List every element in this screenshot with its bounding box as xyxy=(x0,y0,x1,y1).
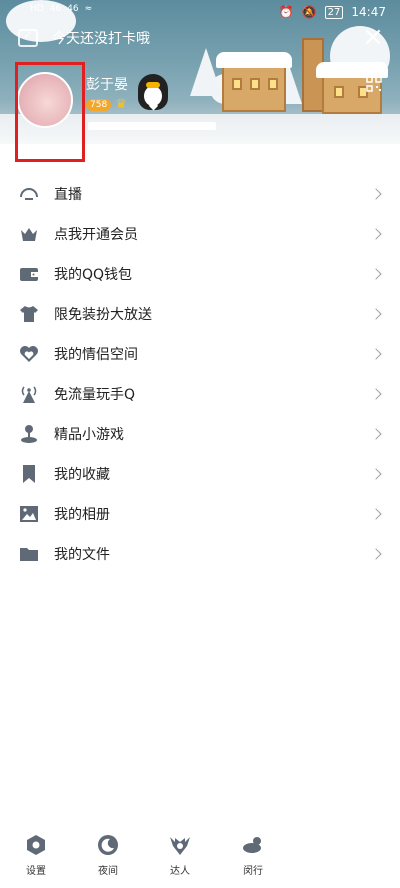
joystick-icon xyxy=(21,425,37,443)
menu-item-games[interactable]: 精品小游戏 xyxy=(0,414,400,454)
shirt-icon xyxy=(20,306,38,322)
chevron-right-icon xyxy=(370,428,382,440)
heart-icon xyxy=(20,346,38,362)
status-tag: 46 xyxy=(67,4,79,14)
menu-item-label: 限免装扮大放送 xyxy=(54,307,152,323)
level-badge: 758 xyxy=(86,98,112,111)
calendar-check-icon xyxy=(18,29,38,47)
checkin-text: 今天还没打卡哦 xyxy=(52,31,150,47)
qr-code-icon[interactable] xyxy=(366,76,382,92)
alarm-icon: ⏰ xyxy=(278,5,294,19)
chevron-right-icon xyxy=(370,348,382,360)
talent-badge-icon xyxy=(170,837,190,855)
menu-item-files[interactable]: 我的文件 xyxy=(0,534,400,574)
chevron-right-icon xyxy=(370,188,382,200)
mute-icon: 🔕 xyxy=(301,5,317,19)
chevron-right-icon xyxy=(370,508,382,520)
menu-item-label: 免流量玩手Q xyxy=(54,387,136,403)
level-badges[interactable]: 758 ♛ ◆ xyxy=(86,97,158,112)
menu-item-label: 我的QQ钱包 xyxy=(54,267,133,283)
battery-indicator: 27 xyxy=(324,5,344,19)
clock: 14:47 xyxy=(351,5,386,19)
chevron-right-icon xyxy=(370,268,382,280)
menu-item-label: 我的收藏 xyxy=(54,467,110,483)
menu-item-couple[interactable]: 我的情侣空间 xyxy=(0,334,400,374)
moon-icon xyxy=(98,835,118,855)
menu-item-label: 点我开通会员 xyxy=(54,227,138,243)
image-icon xyxy=(20,506,38,522)
menu-item-vip[interactable]: 点我开通会员 xyxy=(0,214,400,254)
bottom-item-night[interactable]: 夜间 xyxy=(83,834,133,877)
bottom-item-talent[interactable]: 达人 xyxy=(155,834,205,877)
menu-item-favorites[interactable]: 我的收藏 xyxy=(0,454,400,494)
nickname[interactable]: 彭于晏 xyxy=(86,74,128,94)
bottom-item-label: 设置 xyxy=(26,866,46,877)
folder-icon xyxy=(20,548,38,561)
signal-tower-icon xyxy=(21,386,37,403)
menu-item-album[interactable]: 我的相册 xyxy=(0,494,400,534)
status-tag: 46 xyxy=(49,4,62,14)
menu-item-live[interactable]: 直播 xyxy=(0,174,400,214)
bottom-item-label: 达人 xyxy=(170,866,190,877)
wallet-icon xyxy=(20,268,38,281)
avatar-highlight-box xyxy=(15,62,85,162)
close-button[interactable]: × xyxy=(360,24,386,50)
status-bar: HD 46 46 ≈ ⏰ 🔕 27 14:47 xyxy=(0,0,400,26)
bottom-toolbar: 设置 夜间 达人 闵行 xyxy=(0,828,400,888)
chevron-right-icon xyxy=(370,308,382,320)
menu-item-free-data[interactable]: 免流量玩手Q xyxy=(0,374,400,414)
chevron-right-icon xyxy=(370,388,382,400)
weather-icon xyxy=(243,837,261,853)
chevron-right-icon xyxy=(370,548,382,560)
bottom-item-weather[interactable]: 闵行 xyxy=(228,834,278,877)
status-tag: HD xyxy=(30,4,44,14)
menu-item-label: 直播 xyxy=(54,187,82,203)
gear-icon xyxy=(27,835,45,855)
wifi-icon: ≈ xyxy=(84,4,93,14)
signature-redacted xyxy=(88,122,216,130)
bottom-item-label: 夜间 xyxy=(98,866,118,877)
checkin-banner[interactable]: 今天还没打卡哦 xyxy=(18,28,150,48)
menu-item-label: 精品小游戏 xyxy=(54,427,124,443)
diamond-icon: ◆ xyxy=(148,97,159,112)
menu-item-label: 我的情侣空间 xyxy=(54,347,138,363)
house-decoration xyxy=(216,52,292,112)
signal-info: HD 46 46 ≈ xyxy=(30,4,92,14)
bottom-item-label: 闵行 xyxy=(243,866,263,877)
menu-item-wallet[interactable]: 我的QQ钱包 xyxy=(0,254,400,294)
menu-item-dressup[interactable]: 限免装扮大放送 xyxy=(0,294,400,334)
drawer-menu: 直播 点我开通会员 我的QQ钱包 限免装扮大放送 我的情侣空间 免流量玩手Q 精… xyxy=(0,174,400,574)
crown-icon: ♛ xyxy=(115,97,127,112)
crown-icon xyxy=(21,228,37,241)
bookmark-icon xyxy=(23,465,35,483)
menu-item-label: 我的相册 xyxy=(54,507,110,523)
bottom-item-settings[interactable]: 设置 xyxy=(11,834,61,877)
live-icon xyxy=(20,188,38,200)
chevron-right-icon xyxy=(370,228,382,240)
chevron-right-icon xyxy=(370,468,382,480)
menu-item-label: 我的文件 xyxy=(54,547,110,563)
